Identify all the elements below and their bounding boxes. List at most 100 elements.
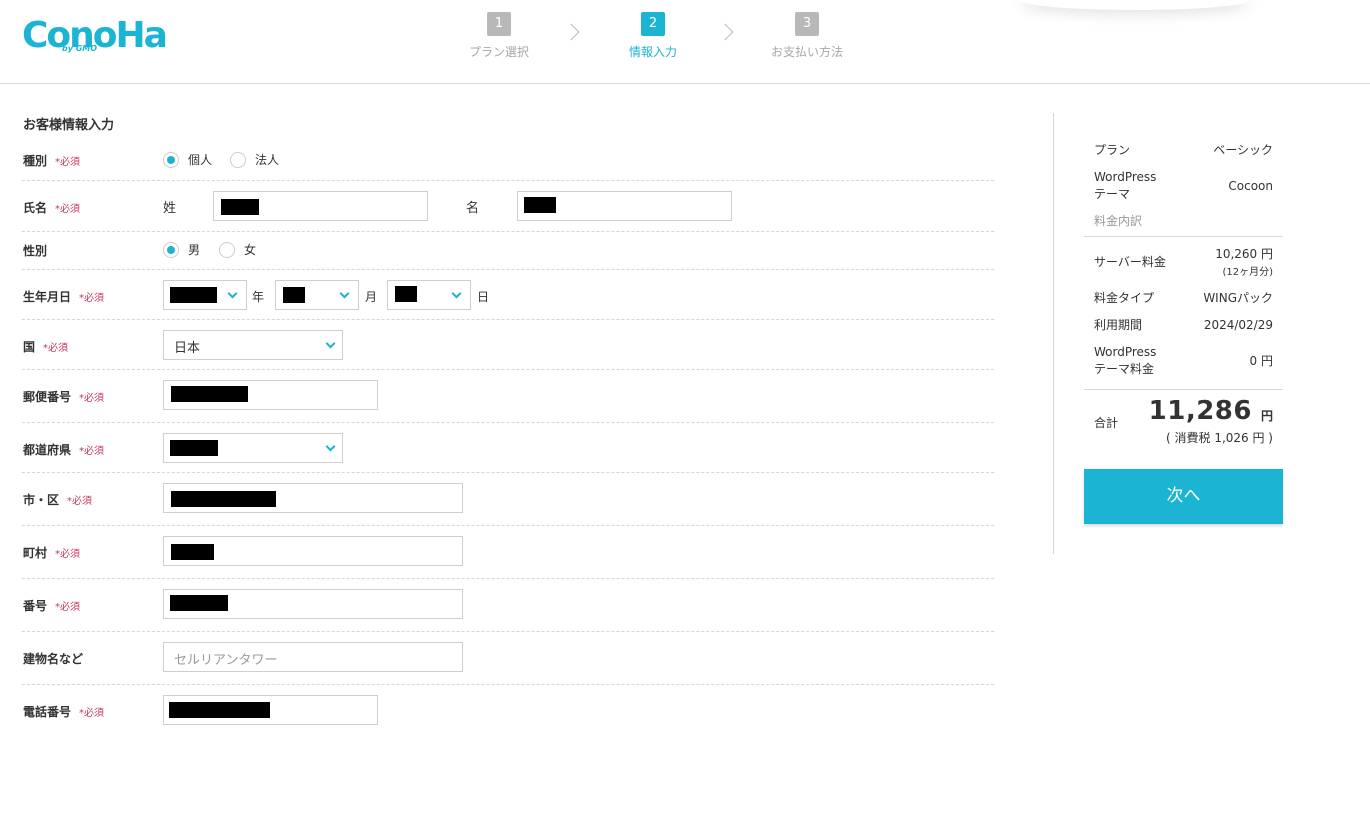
redacted-value	[283, 287, 305, 303]
birth-year-select[interactable]	[163, 280, 247, 310]
country-value: 日本	[174, 341, 201, 356]
field-label: 都道府県 *必須	[23, 441, 104, 458]
first-name-input[interactable]	[517, 191, 732, 221]
postal-code-input[interactable]	[163, 380, 378, 410]
theme-fee-label: WordPress テーマ料金	[1094, 345, 1157, 376]
tax-note: ( 消費税 1,026 円 )	[1166, 431, 1273, 445]
field-label: 電話番号 *必須	[23, 703, 104, 720]
label-text: 電話番号	[23, 705, 72, 719]
label-text: 町村	[23, 546, 48, 560]
radio-female[interactable]: 女	[219, 241, 256, 258]
building-placeholder: セルリアンタワー	[174, 653, 278, 668]
summary-plan: プラン ベーシック	[1094, 142, 1273, 160]
required-mark: *必須	[67, 496, 93, 507]
building-input[interactable]: セルリアンタワー	[163, 642, 463, 672]
redacted-value	[169, 702, 270, 718]
step-info: 2 情報入力	[593, 12, 713, 60]
step-number: 1	[487, 12, 511, 36]
required-mark: *必須	[79, 708, 105, 719]
label-text: 都道府県	[23, 443, 72, 457]
vertical-divider	[1053, 113, 1054, 554]
row-town: 町村 *必須	[22, 526, 994, 579]
chevron-right-icon	[562, 23, 580, 41]
prefecture-select[interactable]	[163, 433, 343, 463]
radio-dot[interactable]	[163, 241, 179, 258]
required-mark: *必須	[55, 157, 81, 168]
birth-day-select[interactable]	[387, 280, 471, 310]
redacted-value	[171, 386, 248, 402]
redacted-value	[170, 595, 228, 611]
step-number: 2	[641, 12, 665, 36]
summary-theme: WordPress テーマ Cocoon	[1094, 169, 1273, 205]
row-gender: 性別 男 女	[22, 232, 994, 270]
required-mark: *必須	[79, 393, 105, 404]
town-input[interactable]	[163, 536, 463, 566]
logo-sub-text: by GMO	[62, 44, 98, 53]
theme-fee-value: 0 円	[1249, 354, 1273, 368]
row-street-number: 番号 *必須	[22, 579, 994, 632]
radio-corporate[interactable]: 法人	[230, 151, 279, 168]
redacted-value	[395, 286, 417, 302]
city-input[interactable]	[163, 483, 463, 513]
last-name-input[interactable]	[213, 191, 428, 221]
fee-type-value: WINGパック	[1203, 291, 1273, 305]
redacted-value	[524, 197, 556, 213]
total-label: 合計	[1094, 416, 1119, 430]
label-text: 生年月日	[23, 290, 72, 304]
first-name-label: 名	[466, 201, 480, 216]
label-text: 性別	[23, 244, 48, 258]
field-label: 町村 *必須	[23, 544, 80, 561]
summary-period: 利用期間 2024/02/29	[1094, 317, 1273, 335]
radio-label: 個人	[188, 153, 213, 167]
street-number-input[interactable]	[163, 589, 463, 619]
summary-total: 合計 11,286 円 ( 消費税 1,026 円 )	[1094, 396, 1273, 450]
period-value: 2024/02/29	[1203, 318, 1273, 332]
row-country: 国 *必須 日本	[22, 320, 994, 370]
total-amount: 11,286	[1148, 396, 1252, 426]
chevron-right-icon	[716, 23, 734, 41]
required-mark: *必須	[55, 602, 81, 613]
redacted-value	[170, 440, 218, 456]
next-button[interactable]: 次へ	[1084, 469, 1283, 524]
row-type: 種別 *必須 個人 法人	[22, 140, 994, 181]
field-label: 郵便番号 *必須	[23, 388, 104, 405]
theme-value: Cocoon	[1228, 179, 1273, 193]
phone-input[interactable]	[163, 695, 378, 725]
label-text: 市・区	[23, 493, 60, 507]
step-label: 情報入力	[628, 45, 677, 59]
header: ConoHa by GMO 1 プラン選択 2 情報入力 3 お支払い方法	[0, 0, 1370, 84]
summary-divider	[1084, 236, 1283, 237]
radio-label: 男	[188, 243, 201, 257]
year-unit: 年	[252, 290, 265, 304]
period-label: 利用期間	[1094, 318, 1143, 332]
label-text: 氏名	[23, 201, 48, 215]
step-plan: 1 プラン選択	[439, 12, 559, 60]
day-unit: 日	[477, 290, 490, 304]
summary-fee-type: 料金タイプ WINGパック	[1094, 290, 1273, 308]
required-mark: *必須	[55, 549, 81, 560]
birth-month-select[interactable]	[275, 280, 359, 310]
radio-male[interactable]: 男	[163, 241, 200, 258]
row-building: 建物名など セルリアンタワー	[22, 632, 994, 685]
step-payment: 3 お支払い方法	[747, 12, 867, 60]
conoha-logo[interactable]: ConoHa by GMO	[22, 14, 168, 58]
row-phone: 電話番号 *必須	[22, 685, 994, 735]
month-unit: 月	[365, 290, 378, 304]
radio-label: 女	[244, 243, 257, 257]
radio-dot[interactable]	[219, 241, 235, 258]
header-shadow	[1020, 0, 1250, 10]
step-label: お支払い方法	[770, 45, 843, 59]
country-select[interactable]: 日本	[163, 330, 343, 360]
row-name: 氏名 *必須 姓 名	[22, 181, 994, 232]
redacted-value	[170, 287, 217, 303]
server-fee-label: サーバー料金	[1094, 255, 1166, 269]
radio-individual[interactable]: 個人	[163, 151, 212, 168]
chevron-down-icon	[339, 288, 350, 299]
field-label: 生年月日 *必須	[23, 288, 104, 305]
required-mark: *必須	[55, 204, 81, 215]
chevron-down-icon	[325, 338, 336, 349]
radio-dot[interactable]	[230, 151, 246, 168]
field-label: 建物名など	[23, 650, 83, 667]
row-birthdate: 生年月日 *必須 年 月 日	[22, 270, 994, 320]
radio-dot[interactable]	[163, 151, 179, 168]
